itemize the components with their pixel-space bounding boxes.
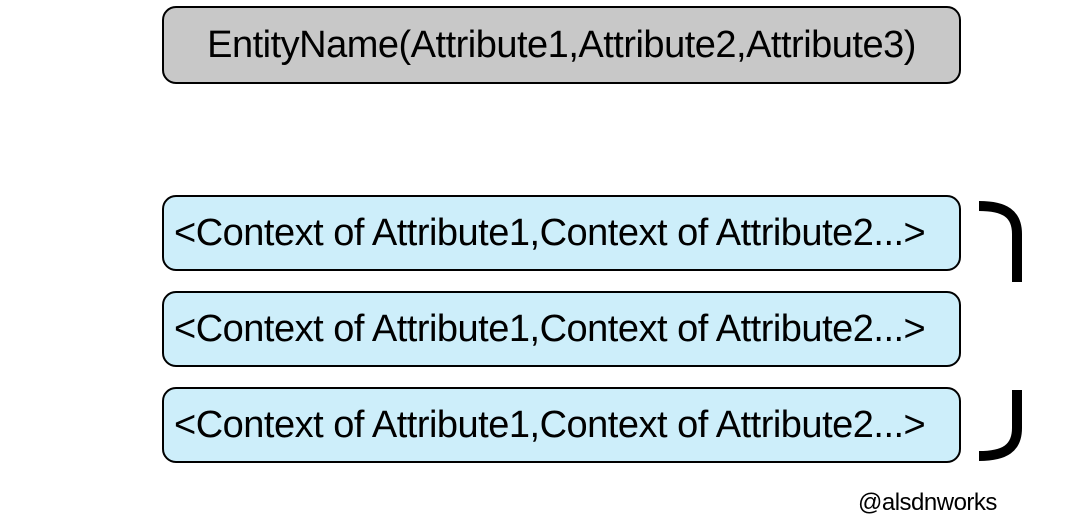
context-label: <Context of Attribute1,Context of Attrib… <box>174 307 926 350</box>
context-box: <Context of Attribute1,Context of Attrib… <box>162 387 961 463</box>
entity-box: EntityName(Attribute1,Attribute2,Attribu… <box>162 6 961 84</box>
context-label: <Context of Attribute1,Context of Attrib… <box>174 403 926 446</box>
right-brace-icon <box>978 201 1022 461</box>
entity-label: EntityName(Attribute1,Attribute2,Attribu… <box>207 23 916 66</box>
brace-bottom-hook <box>978 390 1022 461</box>
context-box: <Context of Attribute1,Context of Attrib… <box>162 195 961 271</box>
context-box: <Context of Attribute1,Context of Attrib… <box>162 291 961 367</box>
author-credit: @alsdnworks <box>858 489 997 516</box>
brace-top-hook <box>978 201 1022 282</box>
context-label: <Context of Attribute1,Context of Attrib… <box>174 211 926 254</box>
